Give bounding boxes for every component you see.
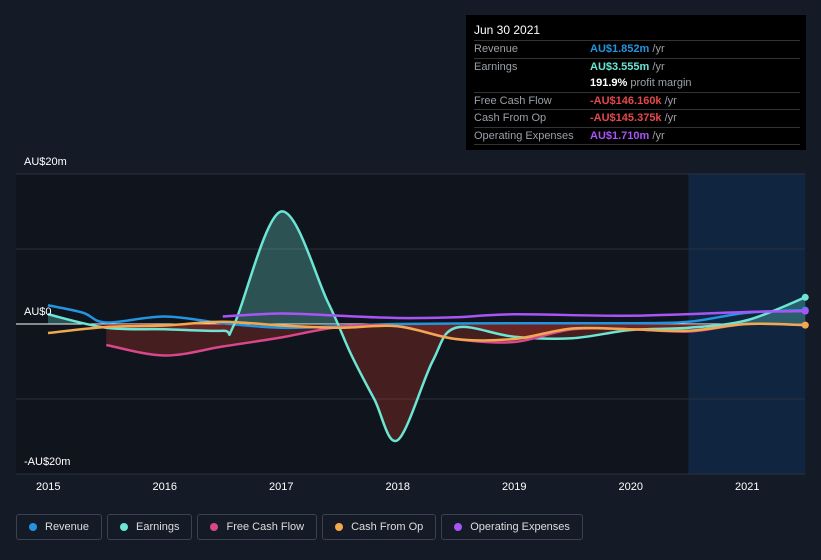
row-unit: /yr: [661, 94, 677, 107]
row-unit: /yr: [649, 60, 665, 73]
row-value: AU$1.710m: [590, 129, 650, 142]
row-value: AU$3.555m: [590, 60, 650, 73]
legend-revenue[interactable]: Revenue: [16, 514, 103, 540]
tooltip-row: Cash From Op -AU$145.375k /yr: [474, 110, 800, 128]
tooltip-row: 191.9% profit margin: [474, 75, 800, 93]
tooltip-row: Earnings AU$3.555m /yr: [474, 59, 800, 76]
legend-operating-expenses[interactable]: Operating Expenses: [441, 514, 583, 540]
x-tick: 2021: [735, 481, 760, 493]
legend-dot-icon: [210, 523, 219, 531]
y-label-top: AU$20m: [24, 156, 67, 168]
x-tick: 2015: [36, 481, 61, 493]
endpoint-earnings: [801, 293, 809, 301]
legend-dot-icon: [120, 523, 129, 531]
endpoint-cash-from-op: [801, 321, 809, 329]
legend-free-cash-flow[interactable]: Free Cash Flow: [197, 514, 318, 540]
legend: Revenue Earnings Free Cash Flow Cash From O…: [16, 514, 583, 540]
legend-cash-from-op[interactable]: Cash From Op: [322, 514, 437, 540]
legend-label: Free Cash Flow: [226, 521, 305, 533]
x-tick: 2017: [269, 481, 294, 493]
legend-dot-icon: [335, 523, 344, 531]
legend-label: Cash From Op: [351, 521, 424, 533]
legend-label: Operating Expenses: [470, 521, 570, 533]
tooltip-date: Jun 30 2021: [474, 23, 800, 41]
x-tick: 2019: [502, 481, 527, 493]
row-label: Cash From Op: [474, 112, 547, 125]
x-tick: 2016: [152, 481, 177, 493]
legend-dot-icon: [454, 523, 463, 531]
row-unit: /yr: [661, 112, 677, 125]
tooltip-row: Free Cash Flow -AU$146.160k /yr: [474, 93, 800, 110]
row-value: -AU$145.375k: [590, 112, 662, 125]
legend-label: Earnings: [136, 521, 180, 533]
row-label: Free Cash Flow: [474, 94, 552, 107]
row-label: Earnings: [474, 60, 518, 73]
legend-dot-icon: [29, 523, 37, 531]
x-tick: 2020: [618, 481, 643, 493]
legend-earnings[interactable]: Earnings: [107, 514, 193, 540]
row-label: Operating Expenses: [474, 129, 574, 142]
row-unit: /yr: [649, 43, 665, 56]
tooltip: Jun 30 2021 Revenue AU$1.852m /yr Earnings…: [466, 15, 806, 150]
y-label-zero: AU$0: [24, 306, 52, 318]
row-value: 191.9%: [590, 77, 628, 90]
legend-label: Revenue: [45, 521, 90, 533]
row-value: AU$1.852m: [590, 43, 650, 56]
y-label-bottom: -AU$20m: [24, 456, 71, 468]
tooltip-row: Operating Expenses AU$1.710m /yr: [474, 128, 800, 145]
x-tick: 2018: [385, 481, 410, 493]
row-unit: /yr: [649, 129, 665, 142]
tooltip-row: Revenue AU$1.852m /yr: [474, 41, 800, 59]
endpoint-operating-expenses: [801, 307, 809, 315]
row-value: -AU$146.160k: [590, 94, 662, 107]
row-unit: profit margin: [627, 77, 692, 90]
row-label: Revenue: [474, 43, 519, 56]
